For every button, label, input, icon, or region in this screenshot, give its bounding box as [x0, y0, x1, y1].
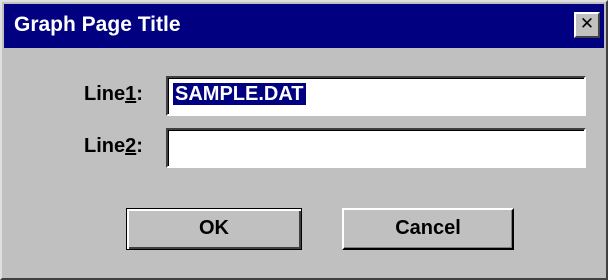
line1-label-mnemonic: 1 — [125, 83, 137, 105]
cancel-button[interactable]: Cancel — [342, 208, 514, 250]
close-icon: ✕ — [579, 14, 595, 34]
line2-input[interactable] — [166, 128, 586, 168]
line2-label-suffix: : — [136, 135, 143, 157]
line1-value: SAMPLE.DAT — [173, 83, 306, 105]
line1-label-prefix: Line — [84, 83, 126, 105]
line1-label-suffix: : — [136, 83, 143, 105]
titlebar[interactable]: Graph Page Title ✕ — [4, 4, 604, 48]
line2-label-mnemonic: 2 — [125, 135, 137, 157]
window-title: Graph Page Title — [14, 13, 181, 36]
ok-button[interactable]: OK — [126, 208, 302, 250]
line2-label-prefix: Line — [84, 135, 126, 157]
dialog-window: Graph Page Title ✕ Line1: SAMPLE.DAT Lin… — [0, 0, 608, 280]
line2-label: Line2: — [84, 134, 143, 158]
line1-input[interactable]: SAMPLE.DAT — [166, 76, 586, 116]
close-button[interactable]: ✕ — [574, 12, 600, 38]
line1-label: Line1: — [84, 82, 143, 106]
